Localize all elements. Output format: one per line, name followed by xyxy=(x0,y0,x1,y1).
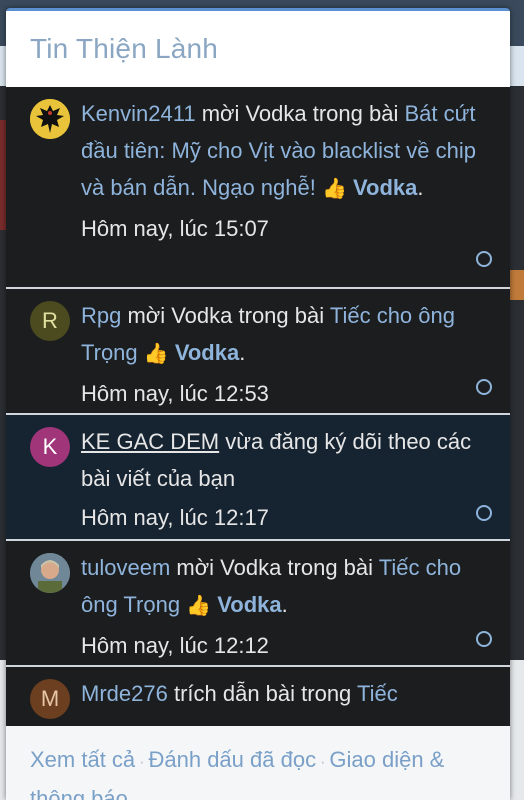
mark-read-toggle-icon[interactable] xyxy=(476,505,492,521)
alert-item[interactable]: M Mrde276 trích dẫn bài trong Tiếc xyxy=(6,667,510,727)
alerts-popup: Tin Thiện Lành Kenvin2411 mời Vodka tron… xyxy=(6,8,510,800)
avatar[interactable]: R xyxy=(30,301,70,341)
avatar[interactable]: M xyxy=(30,679,70,719)
alert-action-text: mời Vodka trong bài xyxy=(170,555,379,580)
avatar[interactable] xyxy=(30,99,70,139)
alert-time: Hôm nay, lúc 12:53 xyxy=(81,381,269,406)
reaction-name: Vodka xyxy=(353,175,418,200)
alert-user-link[interactable]: Rpg xyxy=(81,303,121,328)
avatar-letter: M xyxy=(40,686,60,711)
avatar[interactable] xyxy=(30,553,70,593)
alert-list: Kenvin2411 mời Vodka trong bài Bát cứt đ… xyxy=(6,87,510,727)
mark-read-toggle-icon[interactable] xyxy=(476,379,492,395)
eagle-emblem-icon xyxy=(30,99,70,139)
alert-suffix: . xyxy=(239,340,246,365)
alert-action-text: mời Vodka trong bài xyxy=(121,303,330,328)
alert-item[interactable]: Kenvin2411 mời Vodka trong bài Bát cứt đ… xyxy=(6,87,510,289)
thumbs-up-icon: 👍 xyxy=(321,178,347,200)
mark-read-toggle-icon[interactable] xyxy=(476,631,492,647)
thumbs-up-icon: 👍 xyxy=(143,343,169,365)
alert-user-link[interactable]: KE GAC DEM xyxy=(81,429,219,454)
alert-time: Hôm nay, lúc 12:12 xyxy=(81,633,269,658)
alert-thread-link[interactable]: Tiếc xyxy=(357,681,398,706)
alert-content: Mrde276 trích dẫn bài trong Tiếc xyxy=(81,675,481,712)
alert-content: tuloveem mời Vodka trong bài Tiếc cho ôn… xyxy=(81,549,481,664)
alert-suffix: . xyxy=(417,175,424,200)
background-decoration xyxy=(510,270,524,300)
mark-all-read-link[interactable]: Đánh dấu đã đọc xyxy=(148,747,316,772)
alert-content: Kenvin2411 mời Vodka trong bài Bát cứt đ… xyxy=(81,95,481,247)
footer-separator: · xyxy=(139,754,145,771)
alert-suffix: . xyxy=(281,592,288,617)
avatar-letter: R xyxy=(42,308,58,333)
alert-content: KE GAC DEM vừa đăng ký dõi theo các bài … xyxy=(81,423,481,536)
view-all-link[interactable]: Xem tất cả xyxy=(30,747,135,772)
thumbs-up-icon: 👍 xyxy=(186,595,212,617)
alert-item[interactable]: tuloveem mời Vodka trong bài Tiếc cho ôn… xyxy=(6,541,510,667)
reaction-name: Vodka xyxy=(174,340,240,365)
alert-action-text: trích dẫn bài trong xyxy=(167,681,358,706)
alert-user-link[interactable]: Kenvin2411 xyxy=(81,101,196,126)
mark-read-toggle-icon[interactable] xyxy=(476,251,492,267)
alert-time: Hôm nay, lúc 15:07 xyxy=(81,216,269,241)
alert-item[interactable]: R Rpg mời Vodka trong bài Tiếc cho ông T… xyxy=(6,289,510,415)
avatar[interactable]: K xyxy=(30,427,70,467)
popup-header: Tin Thiện Lành xyxy=(6,11,510,87)
popup-footer: Xem tất cả · Đánh dấu đã đọc · Giao diện & t… xyxy=(6,726,510,800)
alert-action-text: mời Vodka trong bài xyxy=(195,101,405,126)
alert-user-link[interactable]: tuloveem xyxy=(81,555,170,580)
alert-item[interactable]: K KE GAC DEM vừa đăng ký dõi theo các bà… xyxy=(6,415,510,541)
photo-avatar-icon xyxy=(30,553,70,593)
alert-user-link[interactable]: Mrde276 xyxy=(81,681,168,706)
footer-separator: · xyxy=(320,754,326,771)
popup-title: Tin Thiện Lành xyxy=(30,33,219,64)
alert-time: Hôm nay, lúc 12:17 xyxy=(81,505,269,530)
alert-content: Rpg mời Vodka trong bài Tiếc cho ông Trọ… xyxy=(81,297,481,412)
avatar-letter: K xyxy=(42,434,58,459)
reaction-name: Vodka xyxy=(217,592,282,617)
